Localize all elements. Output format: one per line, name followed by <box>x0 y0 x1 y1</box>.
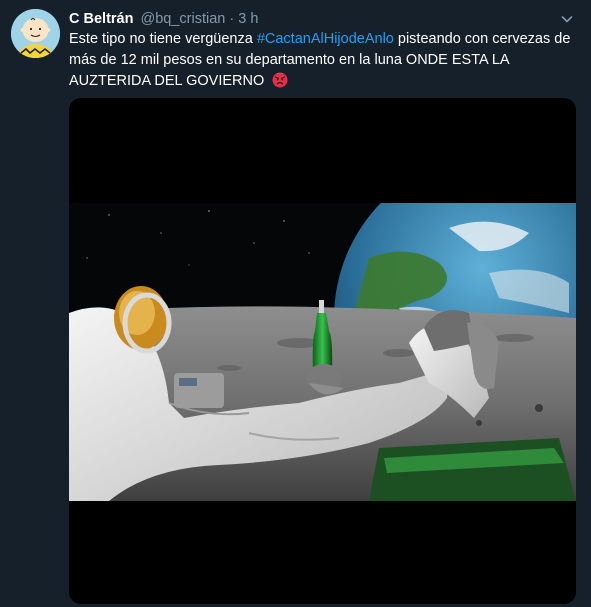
separator-dot: · <box>229 11 235 27</box>
display-name[interactable]: C Beltrán <box>69 11 133 27</box>
media-container[interactable] <box>69 98 576 604</box>
user-handle[interactable]: @bq_cristian <box>141 11 226 27</box>
astronaut-moon-photo <box>69 203 576 501</box>
avatar[interactable] <box>11 9 60 58</box>
tweet-text-start: Este tipo no tiene vergüenza <box>69 31 257 47</box>
tweet-header: C Beltrán @bq_cristian · 3 h <box>69 10 258 30</box>
tweet-text: Este tipo no tiene vergüenza #CactanAlHi… <box>69 29 579 92</box>
angry-face-emoji-icon <box>272 72 288 88</box>
chevron-down-icon[interactable] <box>560 12 574 26</box>
tweet[interactable]: C Beltrán @bq_cristian · 3 h Este tipo n… <box>0 0 591 607</box>
hashtag-link[interactable]: #CactanAlHijodeAnlo <box>257 31 394 47</box>
charlie-brown-avatar-icon <box>11 9 60 58</box>
timestamp[interactable]: 3 h <box>238 11 258 27</box>
